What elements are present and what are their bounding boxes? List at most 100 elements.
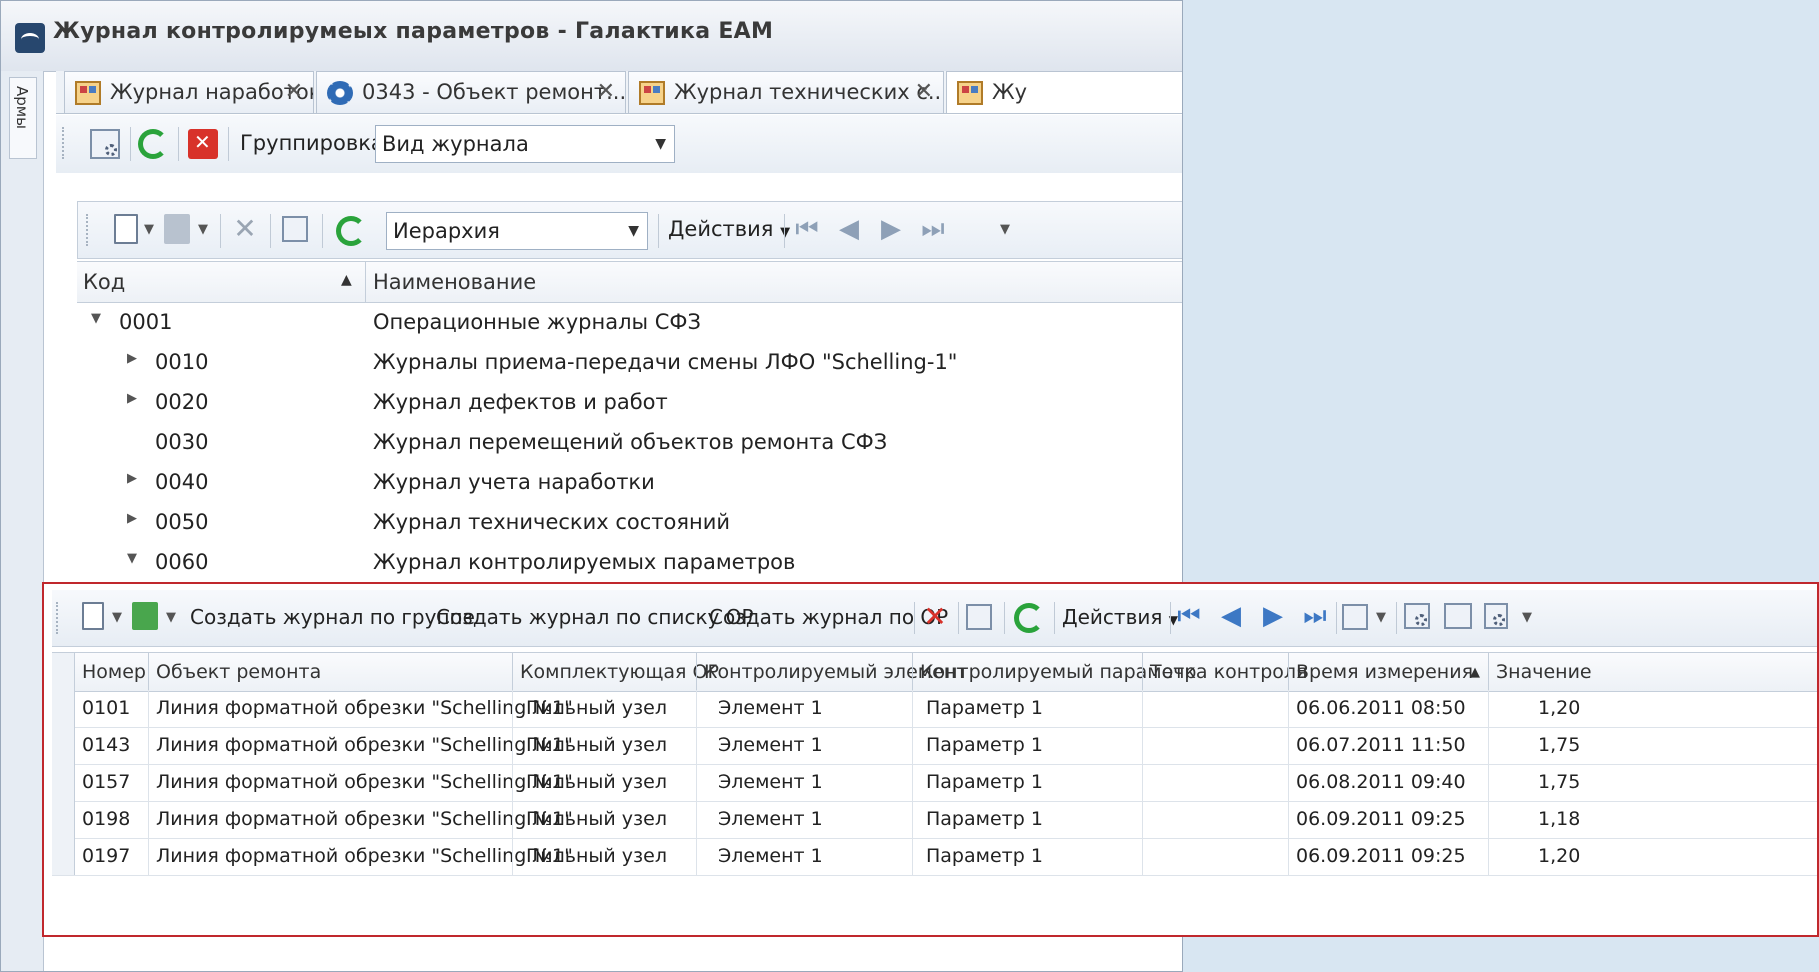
tree-row[interactable]: ▶ 0020 Журнал дефектов и работ (77, 383, 1182, 423)
settings-icon[interactable] (90, 129, 120, 159)
column-separator (148, 653, 149, 691)
close-icon[interactable]: ✕ (597, 72, 615, 112)
journal-icon (639, 81, 665, 105)
sort-ascending-icon: ▲ (1470, 665, 1480, 680)
first-record-icon[interactable]: ⏮ (792, 214, 822, 244)
cell-separator (696, 801, 697, 838)
prev-record-icon[interactable]: ◀ (834, 214, 864, 244)
chevron-down-icon[interactable]: ▼ (112, 610, 122, 625)
row-indicator (52, 801, 75, 838)
column-value[interactable]: Значение (1496, 661, 1592, 683)
new-document-icon[interactable] (114, 214, 138, 244)
tree-row[interactable]: ▶ 0010 Журналы приема-передачи смены ЛФО… (77, 343, 1182, 383)
tree-row[interactable]: ▶ 0040 Журнал учета наработки (77, 463, 1182, 503)
last-record-icon[interactable]: ⏭ (918, 214, 948, 244)
tab-active[interactable]: Жу (946, 71, 1182, 113)
cell-time: 06.07.2011 11:50 (1296, 734, 1466, 756)
next-record-icon[interactable]: ▶ (876, 214, 906, 244)
copy-icon[interactable] (164, 214, 190, 244)
cell-separator (1488, 764, 1489, 801)
tab-journal-runtime[interactable]: Журнал наработок ✕ (64, 71, 314, 113)
preview-icon[interactable] (1484, 603, 1508, 629)
table-icon[interactable] (282, 216, 308, 242)
toolbar-overflow-icon[interactable]: ▼ (1000, 222, 1010, 237)
first-record-icon[interactable]: ⏮ (1174, 601, 1204, 631)
table-row[interactable]: 0143 Линия форматной обрезки "Schelling … (52, 727, 1817, 765)
close-journal-icon[interactable] (188, 129, 218, 159)
expand-icon[interactable]: ▶ (127, 471, 137, 486)
prev-record-icon[interactable]: ◀ (1216, 601, 1246, 631)
table-icon[interactable] (966, 604, 992, 630)
column-code[interactable]: Код (83, 270, 125, 294)
collapse-icon[interactable]: ▼ (127, 551, 137, 566)
collapse-icon[interactable]: ▼ (91, 311, 101, 326)
column-control-point[interactable]: Точка контроля (1150, 661, 1307, 683)
tree-code: 0040 (155, 470, 209, 494)
create-by-or-button[interactable]: Создать журнал по ОР (709, 605, 948, 629)
actions-menu[interactable]: Действия ▼ (668, 217, 790, 241)
refresh-icon[interactable] (336, 216, 366, 246)
toolbar-overflow-icon[interactable]: ▼ (1522, 610, 1532, 625)
export-icon[interactable] (1342, 604, 1368, 630)
expand-icon[interactable]: ▶ (127, 391, 137, 406)
table-row[interactable]: 0197 Линия форматной обрезки "Schelling … (52, 838, 1817, 876)
tree-code: 0030 (155, 430, 209, 454)
cell-number: 0101 (82, 697, 131, 719)
add-copy-icon[interactable] (132, 602, 158, 630)
chevron-down-icon[interactable]: ▼ (1376, 610, 1386, 625)
expand-icon[interactable]: ▶ (127, 511, 137, 526)
tab-tech-states[interactable]: Журнал технических с... ✕ (628, 71, 944, 113)
chevron-down-icon[interactable]: ▼ (144, 222, 154, 237)
chevron-down-icon[interactable]: ▼ (166, 610, 176, 625)
cell-separator (148, 690, 149, 727)
separator (228, 127, 229, 161)
column-name[interactable]: Наименование (373, 270, 536, 294)
separator (1396, 602, 1397, 634)
side-tab-label: Армы (13, 86, 31, 129)
table-row[interactable]: 0198 Линия форматной обрезки "Schelling … (52, 801, 1817, 839)
cell-number: 0198 (82, 808, 131, 830)
tree-name: Журнал учета наработки (373, 470, 655, 494)
refresh-icon[interactable] (138, 129, 168, 159)
delete-icon[interactable]: ✕ (230, 214, 260, 244)
expand-icon[interactable]: ▶ (127, 351, 137, 366)
column-component[interactable]: Комплектующая ОР (520, 661, 719, 683)
create-by-list-button[interactable]: Создать журнал по списку ОР (436, 605, 754, 629)
tree-row[interactable]: ▼ 0001 Операционные журналы СФЗ (77, 303, 1182, 343)
tab-repair-object[interactable]: 0343 - Объект ремонт... ✕ (316, 71, 626, 113)
tree-row[interactable]: ▶ 0050 Журнал технических состояний (77, 503, 1182, 543)
new-document-icon[interactable] (82, 602, 104, 630)
cell-parameter: Параметр 1 (926, 734, 1043, 756)
close-icon[interactable]: ✕ (285, 72, 303, 112)
cell-parameter: Параметр 1 (926, 845, 1043, 867)
table-row[interactable]: 0101 Линия форматной обрезки "Schelling … (52, 690, 1817, 728)
next-record-icon[interactable]: ▶ (1258, 601, 1288, 631)
tree-row[interactable]: 0030 Журнал перемещений объектов ремонта… (77, 423, 1182, 463)
table-row[interactable]: 0157 Линия форматной обрезки "Schelling … (52, 764, 1817, 802)
tree-row[interactable]: ▼ 0060 Журнал контролируемых параметров (77, 543, 1182, 583)
journal-icon (75, 81, 101, 105)
column-measure-time[interactable]: Время измерения (1296, 661, 1473, 683)
close-icon[interactable]: ✕ (915, 72, 933, 112)
grouping-select-value: Вид журнала (382, 132, 529, 156)
separator (322, 214, 323, 248)
column-number[interactable]: Номер (82, 661, 146, 683)
separator (658, 214, 659, 248)
toolbar-grip[interactable] (86, 214, 92, 246)
view-select[interactable]: Иерархия ▼ (386, 212, 648, 250)
page-settings-icon[interactable] (1404, 603, 1430, 629)
column-repair-object[interactable]: Объект ремонта (156, 661, 321, 683)
chevron-down-icon[interactable]: ▼ (198, 222, 208, 237)
grouping-select[interactable]: Вид журнала ▼ (375, 125, 675, 163)
cell-separator (696, 764, 697, 801)
delete-icon[interactable]: ✕ (920, 602, 950, 632)
actions-menu[interactable]: Действия ▼ (1062, 605, 1178, 629)
print-icon[interactable] (1444, 603, 1472, 629)
refresh-icon[interactable] (1014, 603, 1044, 633)
toolbar-grip[interactable] (62, 127, 68, 159)
last-record-icon[interactable]: ⏭ (1300, 601, 1330, 631)
create-by-group-button[interactable]: Создать журнал по группе (190, 605, 475, 629)
cell-separator (1142, 764, 1143, 801)
side-tab-arms[interactable]: Армы (9, 77, 37, 159)
toolbar-grip[interactable] (56, 602, 62, 634)
